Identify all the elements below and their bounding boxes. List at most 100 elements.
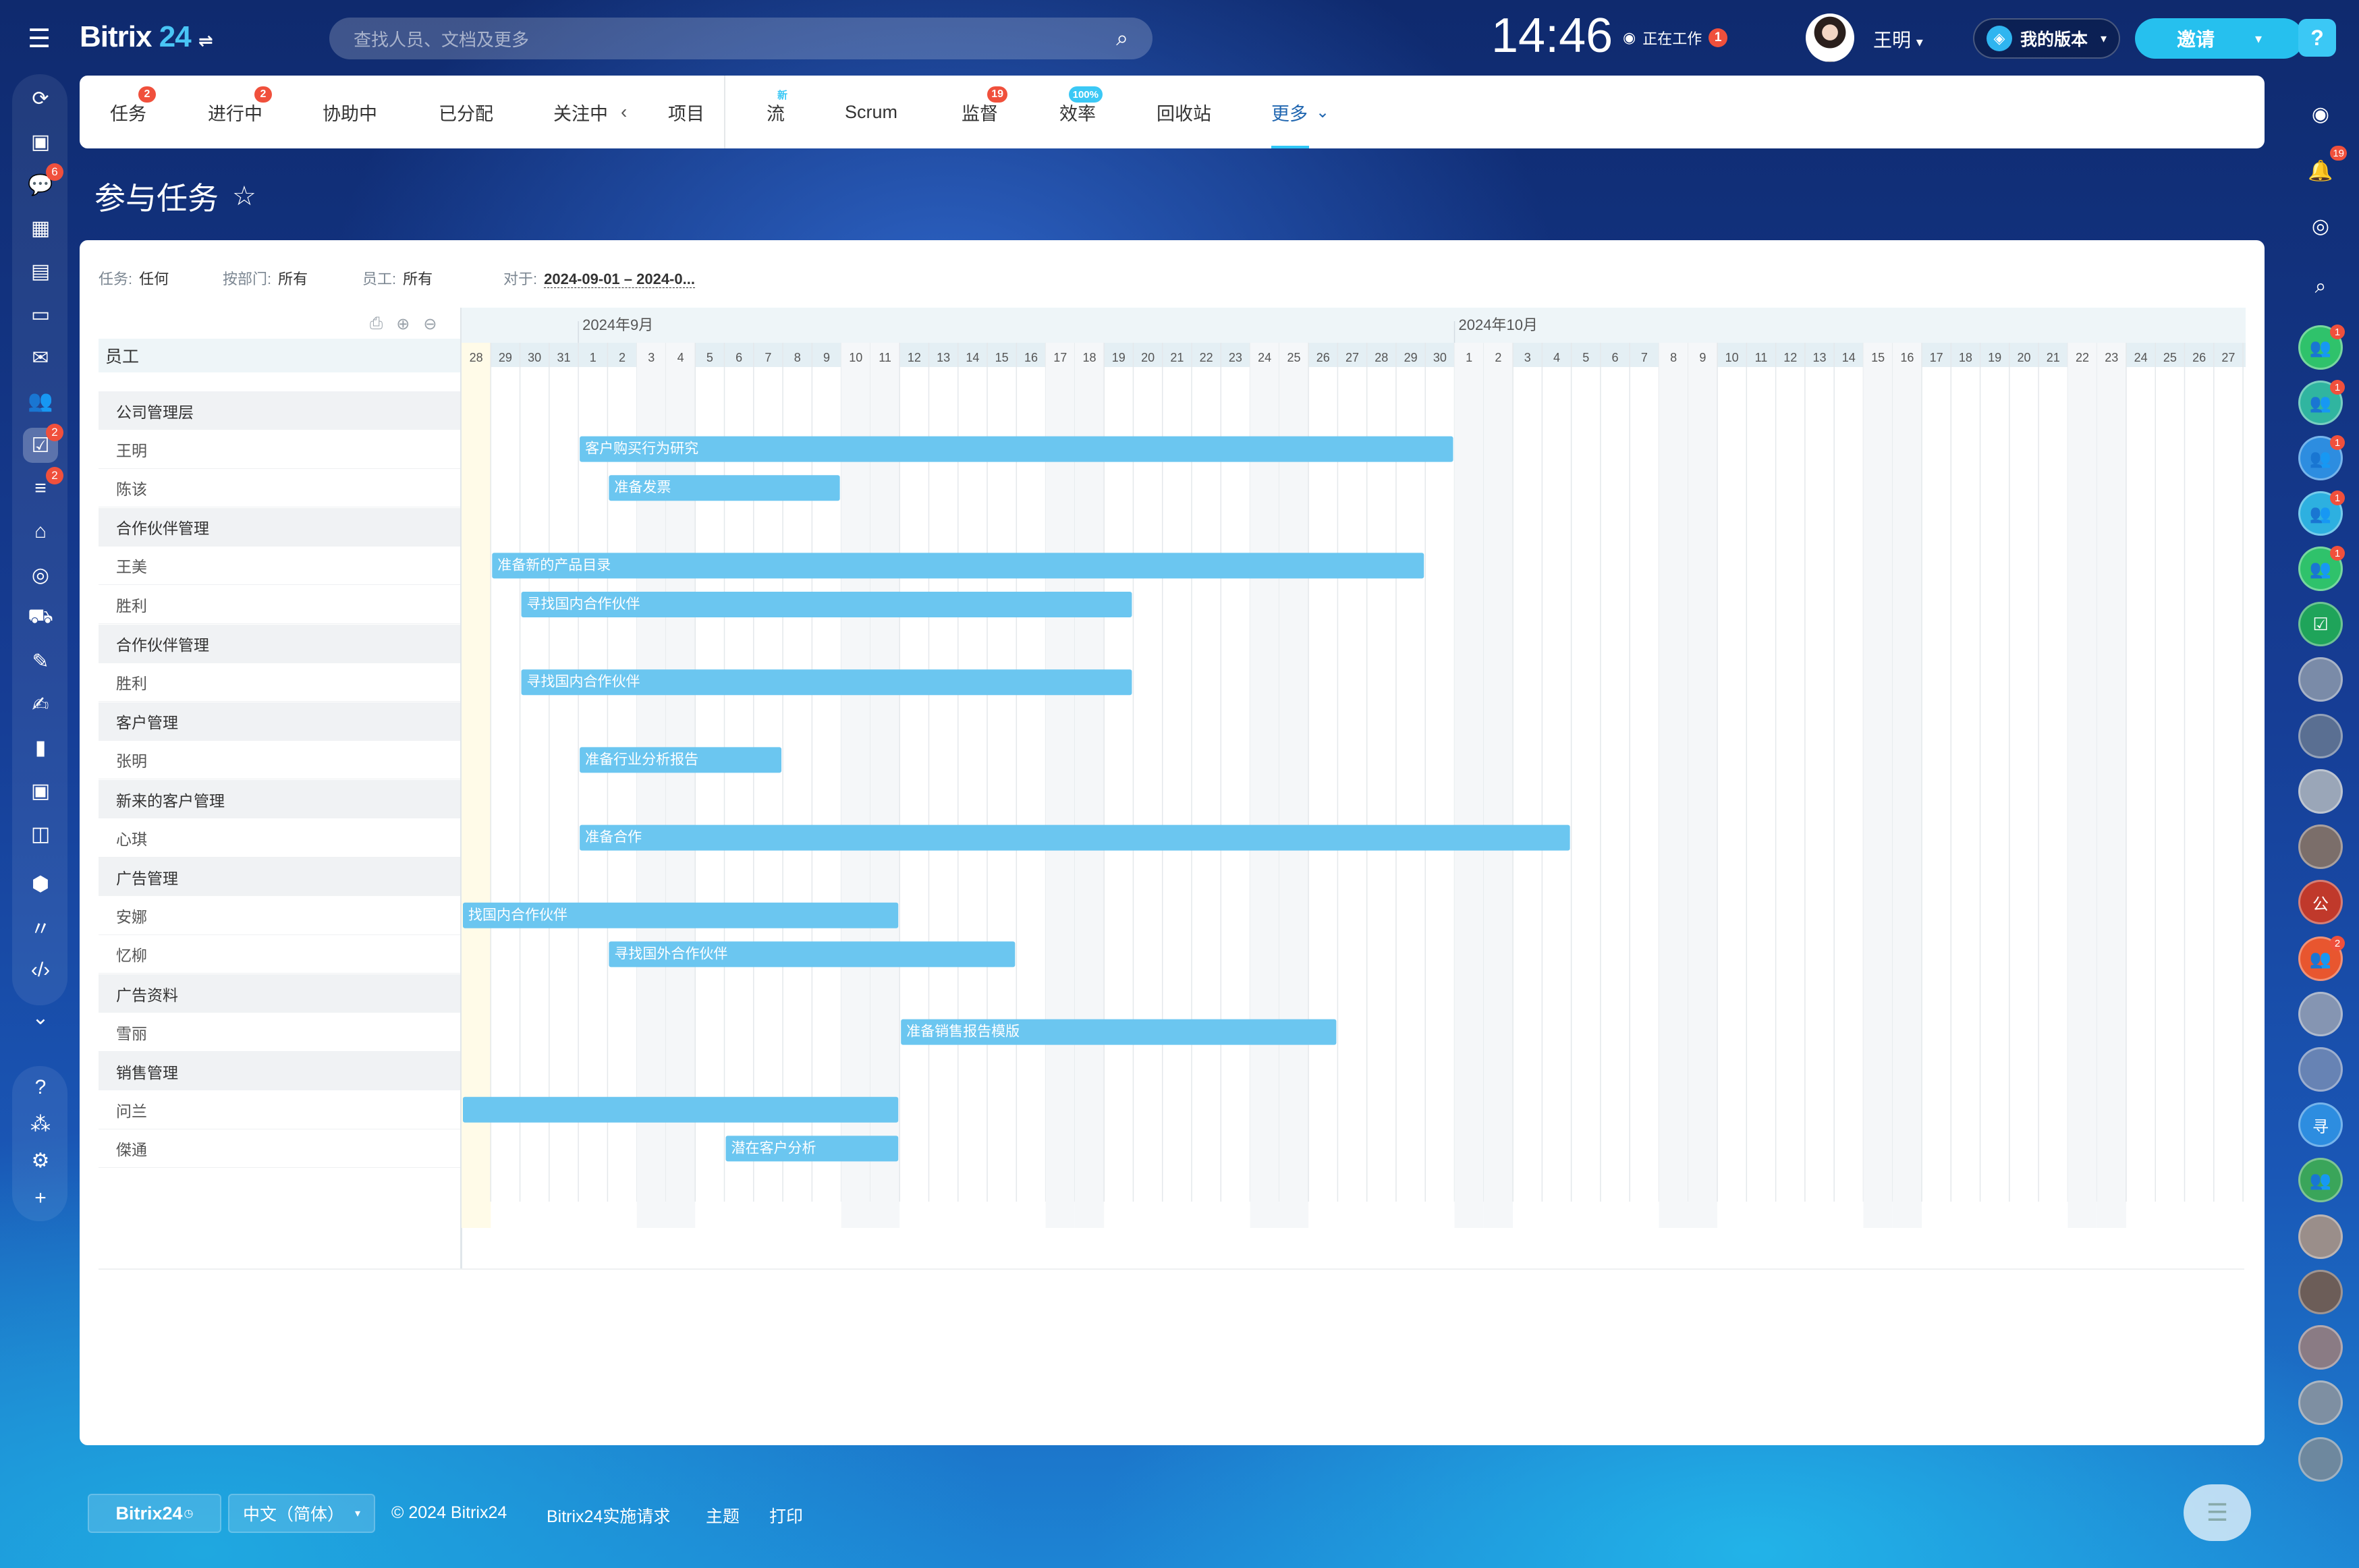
task-bar[interactable]: 准备销售报告模版: [901, 1019, 1337, 1045]
user-avatar[interactable]: [1806, 13, 1854, 62]
task-bar[interactable]: 准备发票: [609, 475, 840, 501]
gantt-user-row[interactable]: 雪丽: [99, 1013, 460, 1052]
letter-avatar[interactable]: 公: [2298, 880, 2343, 924]
print-icon[interactable]: ⎙: [370, 314, 383, 334]
gantt-user-row[interactable]: 傑通: [99, 1129, 460, 1169]
group-chat-avatar[interactable]: 👥 2: [2298, 936, 2345, 981]
photo-avatar[interactable]: [2298, 824, 2343, 869]
photo-avatar[interactable]: [2298, 714, 2343, 758]
mail-icon[interactable]: ✉: [23, 340, 58, 375]
search-icon[interactable]: ⌕: [2298, 264, 2343, 309]
photo-avatar[interactable]: [2298, 1380, 2343, 1425]
help-button[interactable]: ?: [2298, 19, 2336, 57]
group-chat-avatar[interactable]: 👥 1: [2298, 435, 2345, 480]
task-bar[interactable]: 寻找国内合作伙伴: [521, 669, 1132, 696]
tab-0[interactable]: 任务 2: [110, 76, 156, 148]
chat-list-icon[interactable]: ☰: [2184, 1484, 2251, 1541]
gantt-user-row[interactable]: 安娜: [99, 896, 460, 935]
task-bar[interactable]: 准备行业分析报告: [580, 747, 782, 773]
task-bar[interactable]: 准备新的产品目录: [492, 553, 1424, 579]
invoice-icon[interactable]: ✎: [23, 644, 58, 679]
star-icon[interactable]: ☆: [232, 181, 256, 212]
gantt-user-row[interactable]: 胜利: [99, 586, 460, 624]
task-bar[interactable]: 寻找国内合作伙伴: [521, 592, 1132, 617]
gantt-group-row[interactable]: 新来的客户管理: [99, 780, 460, 818]
gantt-group-row[interactable]: 客户管理: [99, 702, 460, 741]
tab-11[interactable]: 更多 ⌄: [1271, 76, 1329, 148]
copilot-icon[interactable]: ◉: [2298, 92, 2343, 136]
photo-avatar[interactable]: [2298, 657, 2343, 702]
task-bar[interactable]: 准备合作: [580, 824, 1570, 851]
work-status[interactable]: ◉ 正在工作 1: [1623, 27, 1728, 49]
photo-avatar[interactable]: [2298, 1047, 2343, 1092]
tab-9[interactable]: 效率 100%: [1059, 76, 1103, 148]
tab-1[interactable]: 进行中 2: [208, 76, 272, 148]
task-bar-rect[interactable]: [492, 553, 1424, 579]
photo-avatar[interactable]: [2298, 1437, 2343, 1482]
theme-link[interactable]: 主题: [706, 1503, 740, 1528]
feed-icon[interactable]: ⟳: [23, 81, 58, 116]
photo-avatar[interactable]: [2298, 1270, 2343, 1314]
filter-1[interactable]: 按部门: 所有: [223, 267, 308, 289]
group-chat-avatar[interactable]: 👥 1: [2298, 325, 2345, 370]
photo-avatar[interactable]: [2298, 992, 2343, 1036]
task-bar[interactable]: 客户购买行为研究: [580, 436, 1453, 462]
logo[interactable]: Bitrix 24 ⇌: [80, 20, 213, 54]
cart-icon[interactable]: ⛟: [23, 600, 58, 636]
news-icon[interactable]: ▣: [23, 124, 58, 159]
gantt-group-row[interactable]: 广告管理: [99, 858, 460, 897]
search-input[interactable]: 查找人员、文档及更多 ⌕: [329, 18, 1153, 59]
zoom-out-icon[interactable]: ⊖: [423, 314, 437, 334]
docs-icon[interactable]: ▤: [23, 254, 58, 289]
gantt-group-row[interactable]: 广告资料: [99, 974, 460, 1013]
help-icon[interactable]: ?: [23, 1070, 58, 1105]
filter-3[interactable]: 对于: 2024-09-01 – 2024-0...: [503, 267, 695, 289]
crm-icon[interactable]: ≡ 2: [23, 467, 63, 506]
gantt-user-row[interactable]: 心琪: [99, 818, 460, 858]
gantt-user-row[interactable]: 张明: [99, 741, 460, 780]
zoom-in-icon[interactable]: ⊕: [396, 314, 410, 334]
chat-search-icon[interactable]: ◎: [2298, 204, 2343, 248]
group-chat-avatar[interactable]: 👥 1: [2298, 491, 2345, 536]
automation-icon[interactable]: 〃: [23, 909, 58, 945]
photo-avatar[interactable]: [2298, 1214, 2343, 1259]
footer-brand-button[interactable]: Bitrix24 ◷: [88, 1494, 221, 1533]
developer-icon[interactable]: ‹/›: [23, 953, 58, 988]
photo-avatar[interactable]: [2298, 769, 2343, 814]
task-bar[interactable]: 潜在客户分析: [725, 1136, 899, 1162]
tasks-icon[interactable]: ☑ 2: [23, 424, 63, 463]
analytics-icon[interactable]: ▮: [23, 730, 58, 765]
tab-3[interactable]: 已分配: [439, 76, 493, 148]
gantt-user-row[interactable]: 王明: [99, 430, 460, 469]
letter-avatar[interactable]: 寻: [2298, 1102, 2343, 1147]
menu-toggle-icon[interactable]: ☰: [20, 22, 58, 55]
my-version-button[interactable]: ◈ 我的版本 ▾: [1973, 18, 2120, 59]
employees-icon[interactable]: 👥: [23, 383, 58, 418]
target-icon[interactable]: ◎: [23, 557, 58, 592]
task-chat-avatar[interactable]: ☑: [2298, 602, 2343, 646]
gantt-group-row[interactable]: 公司管理层: [99, 391, 460, 430]
filter-2[interactable]: 员工: 所有: [362, 267, 433, 289]
tab-5[interactable]: 项目: [668, 76, 704, 148]
tab-4[interactable]: 关注中: [553, 76, 608, 148]
task-bar[interactable]: [463, 1096, 899, 1123]
structure-icon[interactable]: ⁂: [23, 1107, 58, 1142]
notifications-icon[interactable]: 🔔 19: [2298, 146, 2347, 193]
settings-icon[interactable]: ⚙: [23, 1143, 58, 1178]
gantt-user-row[interactable]: 问兰: [99, 1090, 460, 1129]
logo-settings-icon[interactable]: ⇌: [198, 30, 213, 51]
gantt-group-row[interactable]: 合作伙伴管理: [99, 507, 460, 547]
bank-icon[interactable]: ⌂: [23, 514, 58, 549]
add-icon[interactable]: +: [23, 1181, 58, 1216]
chevron-down-icon[interactable]: ▾: [2255, 30, 2262, 47]
tab-10[interactable]: 回收站: [1157, 76, 1211, 148]
invite-button[interactable]: 邀请 ▾: [2135, 18, 2304, 59]
tab-2[interactable]: 协助中: [323, 76, 377, 148]
tabs-scroll-left-icon[interactable]: ‹: [621, 101, 627, 123]
group-chat-avatar[interactable]: 👥 1: [2298, 546, 2345, 591]
task-bar-rect[interactable]: [580, 436, 1453, 462]
tab-6[interactable]: 流新: [767, 76, 787, 148]
group-chat-avatar[interactable]: 👥 1: [2298, 380, 2345, 425]
tab-7[interactable]: Scrum: [845, 76, 897, 148]
implementation-link[interactable]: Bitrix24实施请求: [547, 1503, 670, 1528]
